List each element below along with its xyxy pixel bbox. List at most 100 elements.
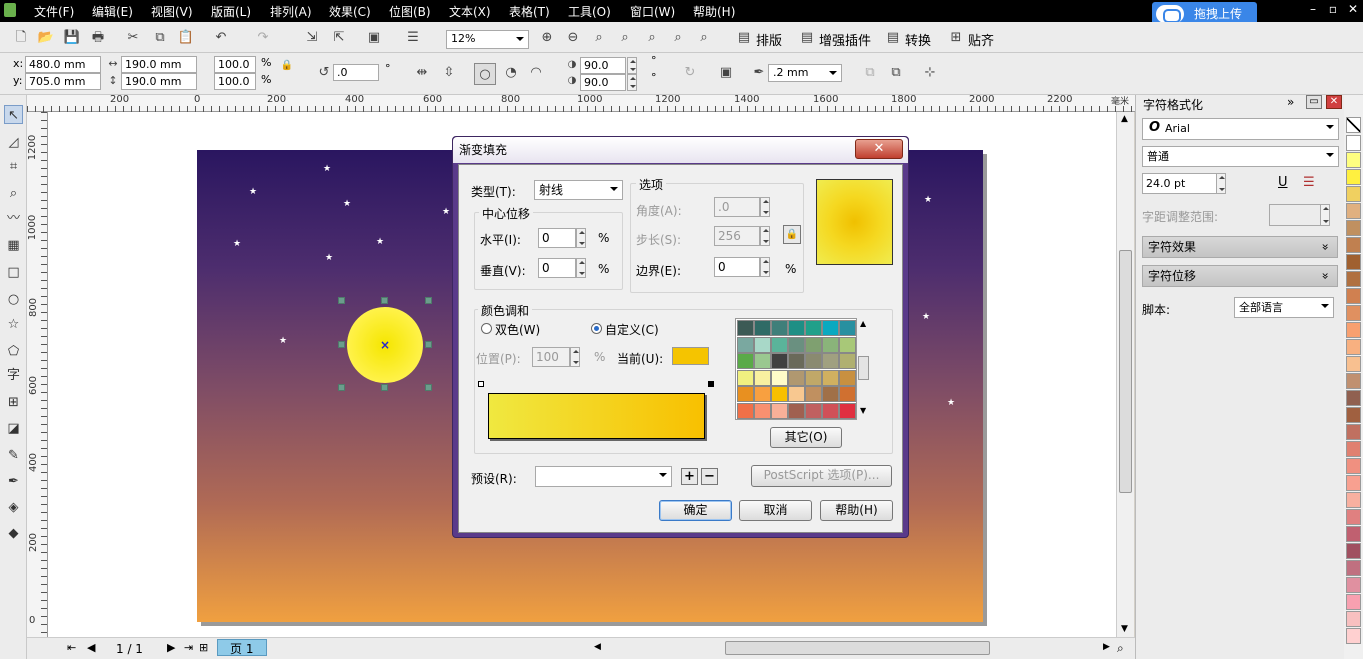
wrap-icon[interactable]: ▣ [717,64,735,82]
help-button[interactable]: 帮助(H) [820,500,893,521]
pie-icon[interactable]: ◔ [502,64,520,82]
palette-swatch[interactable] [1346,560,1361,576]
palette-swatch[interactable] [1346,356,1361,372]
color-swatch[interactable] [737,320,754,336]
palette-swatch[interactable] [1346,407,1361,423]
palette-swatch[interactable] [1346,390,1361,406]
convert-curves-icon[interactable]: ⊹ [921,64,939,82]
ok-button[interactable]: 确定 [659,500,732,521]
color-swatch[interactable] [754,320,771,336]
current-color-swatch[interactable] [672,347,709,365]
color-swatch[interactable] [754,386,771,403]
save-icon[interactable]: 💾 [63,29,81,47]
color-swatch[interactable] [805,403,822,419]
custom-radio[interactable] [591,323,602,334]
color-swatch[interactable] [754,403,771,419]
zoom-selected-icon[interactable]: ⌕ [590,29,608,47]
crop-tool-icon[interactable]: ⌗ [4,157,23,176]
shape-tool-icon[interactable]: ◿ [4,133,23,152]
fill-tool-icon[interactable]: ◈ [4,498,23,517]
color-swatch[interactable] [839,320,856,336]
menu-file[interactable]: 文件(F) [34,3,74,20]
gradient-ramp[interactable] [488,393,705,439]
zoom-height-icon[interactable]: ⌕ [695,29,713,47]
prev-page-icon[interactable]: ◀ [87,641,95,654]
color-swatch[interactable] [822,320,839,336]
scroll-down-icon[interactable]: ▼ [1121,624,1128,634]
width-field[interactable]: 190.0 mm [121,56,197,73]
dialog-close-button[interactable]: ✕ [855,139,903,159]
zoom-select[interactable]: 12% [446,30,529,49]
selection-handle[interactable] [381,297,388,304]
palette-swatch[interactable] [1346,509,1361,525]
gradient-start-marker[interactable] [478,381,484,387]
palette-swatch[interactable] [1346,424,1361,440]
scroll-up-icon[interactable]: ▲ [1121,114,1128,124]
edge-field[interactable]: 0 [714,257,760,277]
eyedropper-icon[interactable]: ✎ [4,446,23,465]
import-icon[interactable]: ⇲ [303,29,321,47]
redo-icon[interactable]: ↷ [254,29,272,47]
menu-arrange[interactable]: 排列(A) [270,3,312,20]
color-swatch[interactable] [788,320,805,336]
next-page-icon[interactable]: ▶ [167,641,175,654]
color-swatch[interactable] [822,369,839,386]
color-swatch[interactable] [737,369,754,386]
open-icon[interactable]: 📂 [37,29,55,47]
color-swatch[interactable] [839,386,856,403]
paste-icon[interactable]: 📋 [177,29,195,47]
color-swatch[interactable] [771,336,788,353]
zoom-width-icon[interactable]: ⌕ [669,29,687,47]
zoom-out-icon[interactable]: ⊖ [564,29,582,47]
mirror-h-icon[interactable]: ⇹ [413,64,431,82]
selection-handle[interactable] [381,384,388,391]
palette-swatch[interactable] [1346,441,1361,457]
page-tab[interactable]: 页 1 [217,639,267,656]
palette-swatch[interactable] [1346,220,1361,236]
palette-swatch[interactable] [1346,305,1361,321]
palette-swatch[interactable] [1346,628,1361,644]
restore-icon[interactable]: ▫ [1326,2,1340,18]
selection-handle[interactable] [425,297,432,304]
type-select[interactable]: 射线 [534,180,623,200]
docker-minimize-icon[interactable]: ▭ [1306,95,1322,109]
palette-swatch[interactable] [1346,237,1361,253]
palette-swatch[interactable] [1346,577,1361,593]
selection-handle[interactable] [338,297,345,304]
launcher-icon[interactable]: ▣ [365,29,383,47]
selection-handle[interactable] [425,341,432,348]
two-color-radio[interactable] [481,323,492,334]
arc-icon[interactable]: ◠ [527,64,545,82]
scroll-thumb[interactable] [1119,250,1132,493]
color-swatch[interactable] [839,336,856,353]
color-swatch[interactable] [822,386,839,403]
basic-shapes-icon[interactable]: ⬠ [4,342,23,361]
height-field[interactable]: 190.0 mm [121,73,197,90]
lock-ratio-icon[interactable]: 🔒 [278,57,296,75]
two-color-label[interactable]: 双色(W) [495,321,540,338]
palette-swatch[interactable] [1346,186,1361,202]
drop-shadow-icon[interactable]: ◪ [4,419,23,438]
cut-icon[interactable]: ✂ [124,29,142,47]
zoom-all-icon[interactable]: ⌕ [616,29,634,47]
color-swatch[interactable] [805,320,822,336]
color-swatch[interactable] [839,353,856,370]
color-swatch[interactable] [788,336,805,353]
color-swatch[interactable] [788,353,805,370]
table-tool-icon[interactable]: ⊞ [4,393,23,412]
color-swatch[interactable] [737,403,754,419]
palette-swatch[interactable] [1346,254,1361,270]
palette-swatch[interactable] [1346,475,1361,491]
palette-swatch[interactable] [1346,203,1361,219]
underline-icon[interactable]: U [1278,175,1288,190]
palette-swatch[interactable] [1346,152,1361,168]
start-angle-field[interactable]: 90.0 [580,57,626,74]
horizontal-spin[interactable] [576,228,586,248]
export-icon[interactable]: ⇱ [330,29,348,47]
char-effects-section[interactable]: 字符效果 [1142,236,1338,258]
custom-label[interactable]: 自定义(C) [605,321,659,338]
smart-fill-icon[interactable]: ▦ [4,236,23,255]
color-swatch[interactable] [805,369,822,386]
edge-spin[interactable] [760,257,770,277]
zoom-in-icon[interactable]: ⊕ [538,29,556,47]
